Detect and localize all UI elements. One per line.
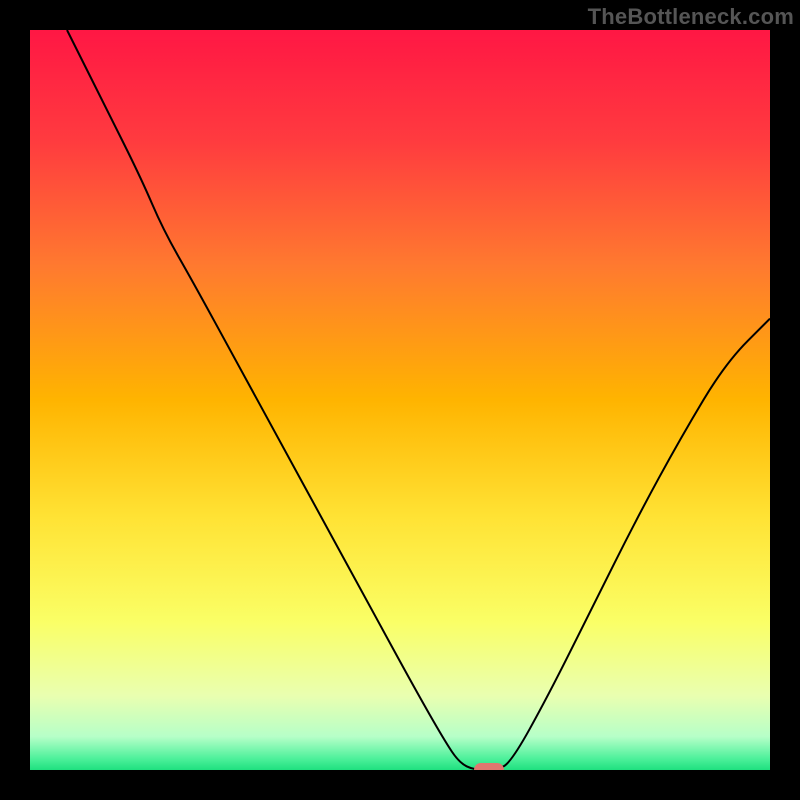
chart-container: TheBottleneck.com	[0, 0, 800, 800]
watermark-text: TheBottleneck.com	[588, 4, 794, 30]
optimal-marker	[474, 763, 504, 770]
gradient-background	[30, 30, 770, 770]
plot-area	[30, 30, 770, 770]
